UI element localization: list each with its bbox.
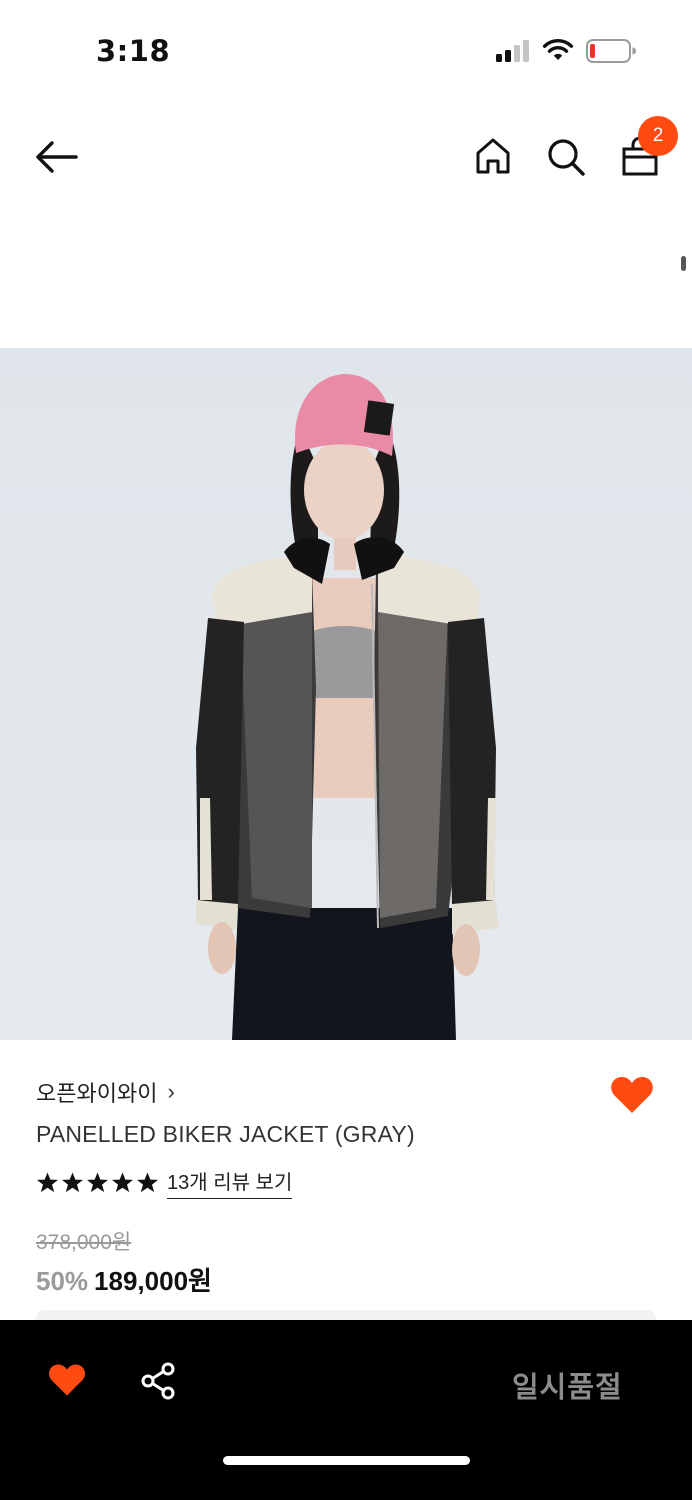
top-nav: 2 — [0, 110, 692, 210]
brand-link[interactable]: 오픈와이와이 › — [36, 1076, 175, 1108]
home-indicator[interactable] — [223, 1456, 470, 1465]
bottom-action-bar: 일시품절 — [0, 1320, 692, 1500]
cart-count-badge: 2 — [638, 116, 678, 156]
wifi-icon — [542, 39, 574, 60]
rating-row: 13개 리뷰 보기 — [36, 1166, 293, 1199]
original-price: 378,000원 — [36, 1231, 132, 1254]
rating-stars — [36, 1171, 159, 1194]
cellular-signal-icon — [496, 40, 529, 62]
chevron-right-icon: › — [167, 1079, 175, 1104]
status-bar: 3:18 — [0, 0, 692, 100]
star-icon — [111, 1172, 134, 1193]
price-row: 50% 189,000원 — [36, 1261, 212, 1298]
share-icon[interactable] — [140, 1362, 176, 1400]
arrow-left-icon[interactable] — [34, 140, 78, 174]
discount-rate: 50% — [36, 1266, 89, 1296]
brand-name: 오픈와이와이 — [36, 1081, 158, 1106]
search-icon[interactable] — [546, 137, 586, 177]
star-icon — [136, 1172, 159, 1193]
scroll-indicator — [681, 256, 686, 271]
star-icon — [86, 1172, 109, 1193]
star-icon — [36, 1172, 59, 1193]
star-icon — [61, 1172, 84, 1193]
status-time: 3:18 — [96, 34, 171, 68]
product-name: PANELLED BIKER JACKET (GRAY) — [36, 1121, 415, 1147]
wishlist-heart-icon[interactable] — [610, 1075, 654, 1115]
product-photo-illustration — [196, 374, 498, 1040]
heart-icon[interactable] — [48, 1362, 86, 1398]
sale-price: 189,000원 — [94, 1266, 212, 1296]
home-icon[interactable] — [474, 137, 512, 175]
sold-out-button[interactable]: 일시품절 — [512, 1364, 623, 1406]
product-image[interactable] — [0, 348, 692, 1040]
battery-icon — [586, 39, 636, 63]
review-link[interactable]: 13개 리뷰 보기 — [167, 1166, 293, 1199]
